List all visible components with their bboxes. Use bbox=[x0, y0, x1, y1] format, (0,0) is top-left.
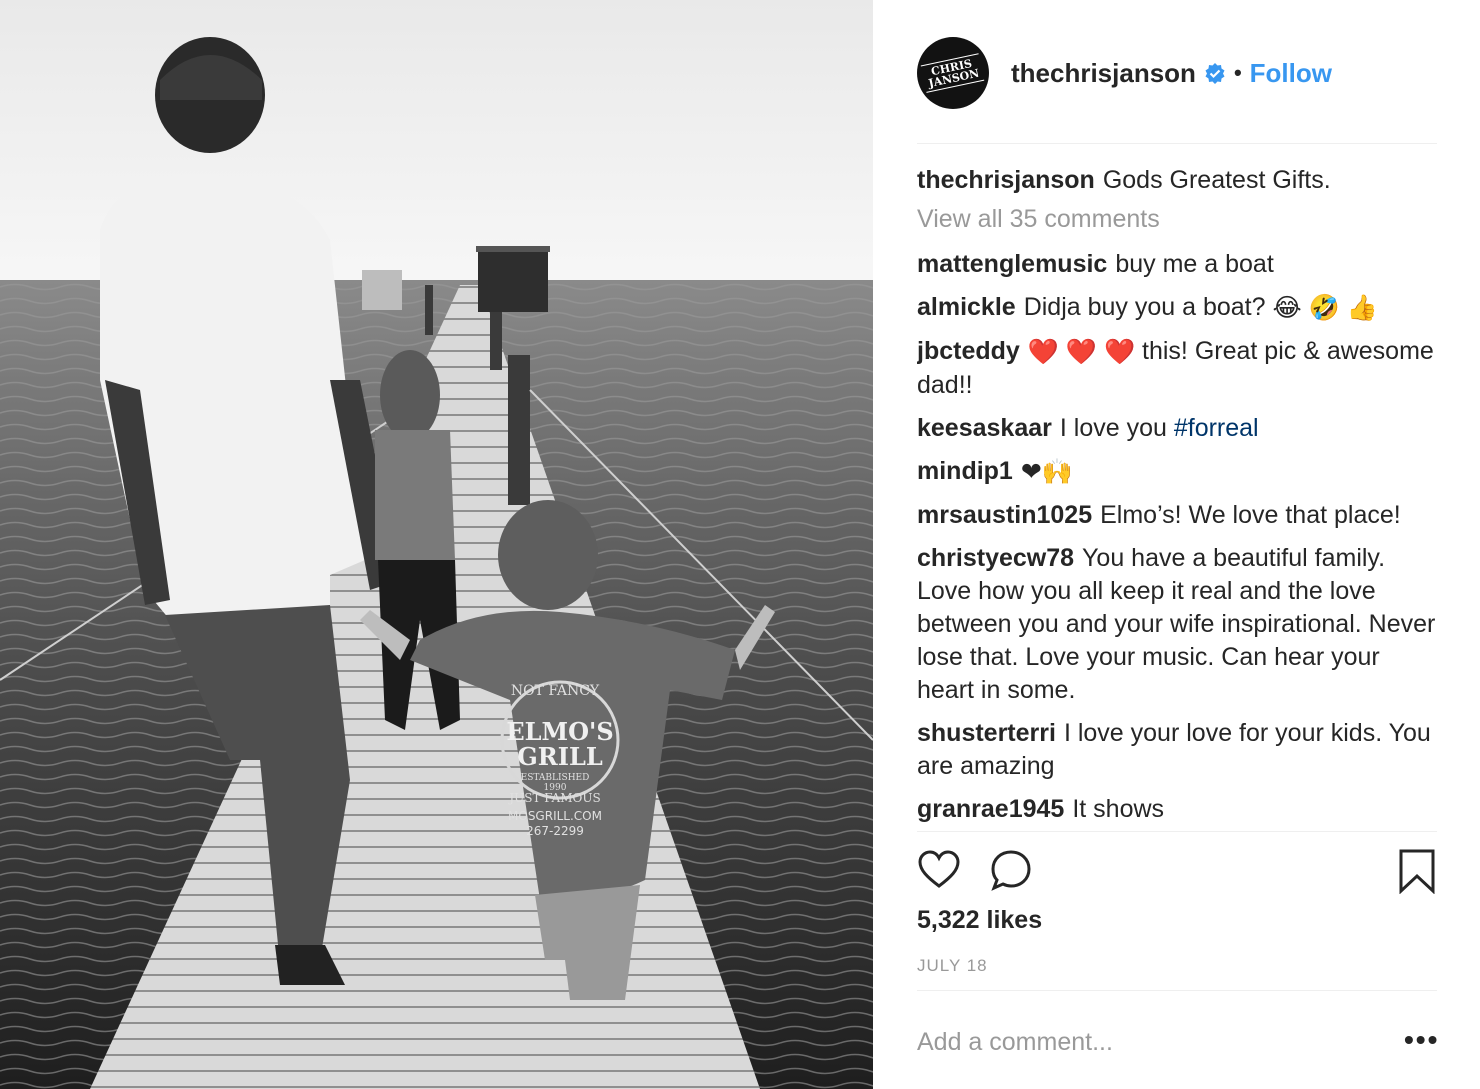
shirt-text-website: MOSGRILL.COM bbox=[508, 809, 602, 823]
shirt-text-grill: GRILL bbox=[517, 742, 603, 771]
view-all-comments-link[interactable]: View all 35 comments bbox=[917, 203, 1437, 236]
shirt-text-established: ESTABLISHED bbox=[521, 773, 590, 783]
photo-svg: NOT FANCY ELMO'S GRILL ESTABLISHED 1990 … bbox=[0, 0, 873, 1089]
likes-count[interactable]: 5,322 likes bbox=[917, 906, 1042, 935]
post-header: CHRIS JANSON thechrisjanson • Follow bbox=[917, 36, 1437, 110]
comment-text: I love you bbox=[1059, 413, 1167, 442]
bookmark-icon[interactable] bbox=[1397, 848, 1437, 899]
comment-item: mattenglemusic buy me a boat bbox=[917, 248, 1437, 281]
comments-list[interactable]: thechrisjanson Gods Greatest Gifts. View … bbox=[917, 164, 1437, 830]
follow-button[interactable]: Follow bbox=[1250, 58, 1332, 89]
comment-username[interactable]: shusterterri bbox=[917, 719, 1056, 747]
caption-username[interactable]: thechrisjanson bbox=[917, 166, 1095, 194]
comment-emoji: 😂 🤣 👍 bbox=[1272, 293, 1378, 322]
comment-item: christyecw78 You have a beautiful family.… bbox=[917, 542, 1437, 707]
header-separator: • bbox=[1233, 60, 1242, 85]
header-username[interactable]: thechrisjanson bbox=[1011, 58, 1196, 89]
comment-emoji: ❤️ ❤️ ❤️ bbox=[1027, 337, 1136, 366]
comment-text: Elmo’s! We love that place! bbox=[1100, 500, 1401, 529]
comment-item: jbcteddy ❤️ ❤️ ❤️ this! Great pic & aweso… bbox=[917, 335, 1437, 402]
comments-divider bbox=[917, 831, 1437, 832]
add-comment-input[interactable] bbox=[917, 1022, 1357, 1062]
comment-username[interactable]: almickle bbox=[917, 293, 1016, 321]
comment-username[interactable]: mindip1 bbox=[917, 457, 1013, 485]
comment-item: mrsaustin1025 Elmo’s! We love that place! bbox=[917, 499, 1437, 532]
comment-item: keesaskaar I love you #forreal bbox=[917, 412, 1437, 445]
heart-icon[interactable] bbox=[917, 848, 961, 897]
avatar-logo: CHRIS JANSON bbox=[921, 53, 985, 93]
comment-text: It shows bbox=[1072, 794, 1165, 823]
shirt-text-just-famous: JUST FAMOUS bbox=[507, 791, 600, 805]
post-date: JULY 18 bbox=[917, 956, 988, 975]
comment-username[interactable]: mattenglemusic bbox=[917, 250, 1107, 278]
post-details-pane: CHRIS JANSON thechrisjanson • Follow the… bbox=[873, 0, 1480, 1089]
comment-emoji: ❤🙌 bbox=[1020, 457, 1073, 486]
comment-item: mindip1 ❤🙌 bbox=[917, 455, 1437, 489]
comment-username[interactable]: jbcteddy bbox=[917, 337, 1020, 365]
comment-username[interactable]: granrae1945 bbox=[917, 795, 1064, 823]
avatar[interactable]: CHRIS JANSON bbox=[917, 37, 989, 109]
comment-item: almickle Didja buy you a boat? 😂 🤣 👍 bbox=[917, 291, 1437, 325]
comment-item: granrae1945 It shows bbox=[917, 793, 1437, 826]
comment-username[interactable]: christyecw78 bbox=[917, 544, 1074, 572]
comment-username[interactable]: mrsaustin1025 bbox=[917, 501, 1092, 529]
caption-text: Gods Greatest Gifts. bbox=[1102, 166, 1331, 194]
header-divider bbox=[917, 143, 1437, 144]
shirt-text-not-fancy: NOT FANCY bbox=[511, 683, 600, 699]
caption: thechrisjanson Gods Greatest Gifts. bbox=[917, 164, 1437, 197]
comment-hashtag[interactable]: #forreal bbox=[1174, 414, 1259, 442]
post-photo[interactable]: NOT FANCY ELMO'S GRILL ESTABLISHED 1990 … bbox=[0, 0, 873, 1089]
more-options-icon[interactable]: ••• bbox=[1404, 1026, 1439, 1054]
comment-bubble-icon[interactable] bbox=[989, 848, 1033, 897]
comment-username[interactable]: keesaskaar bbox=[917, 414, 1052, 442]
comment-item: shusterterri I love your love for your ki… bbox=[917, 717, 1437, 783]
date-divider bbox=[917, 990, 1437, 991]
shirt-text-phone: 267-2299 bbox=[526, 824, 584, 838]
verified-badge-icon bbox=[1204, 62, 1226, 84]
comment-text: buy me a boat bbox=[1115, 250, 1274, 278]
comment-text: Didja buy you a boat? bbox=[1023, 293, 1266, 321]
action-bar bbox=[917, 848, 1437, 898]
